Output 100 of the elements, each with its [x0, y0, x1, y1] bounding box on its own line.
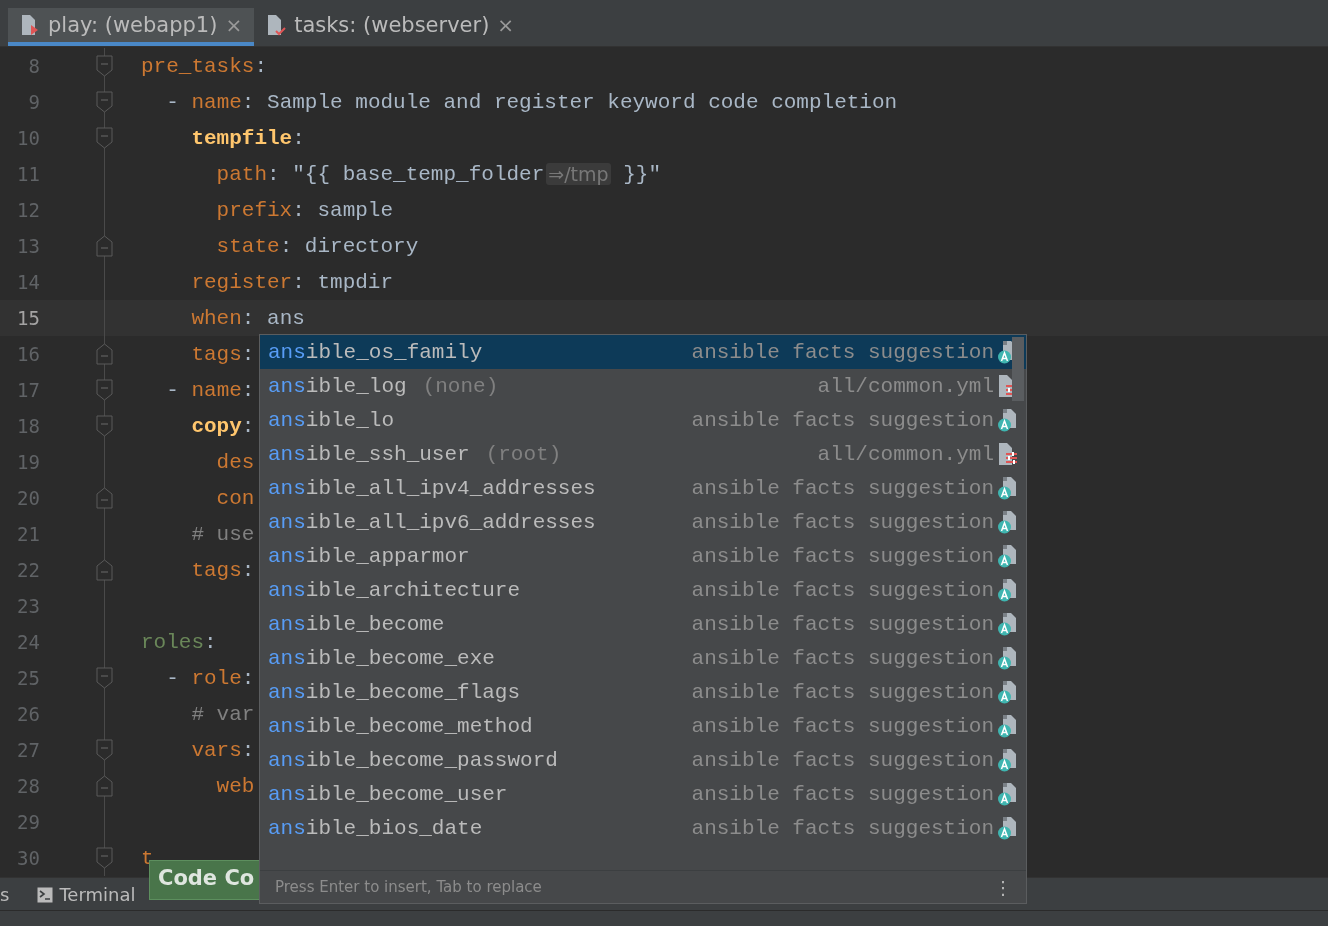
- terminal-icon: [37, 886, 54, 903]
- line-number: 27: [16, 739, 40, 761]
- item-name: ansible_become_flags: [268, 680, 521, 704]
- item-name: ansible_ssh_user: [268, 442, 470, 466]
- scrollbar[interactable]: [1012, 337, 1024, 401]
- fold-marker-icon[interactable]: [96, 847, 113, 869]
- fold-marker-icon[interactable]: [96, 91, 113, 113]
- file-badge-icon: [997, 476, 1018, 500]
- completion-item[interactable]: ansible_apparmor ansible facts suggestion: [260, 539, 1026, 573]
- fold-marker-icon[interactable]: [96, 667, 113, 689]
- completion-item[interactable]: ansible_bios_date ansible facts suggestion: [260, 811, 1026, 845]
- item-name: ansible_apparmor: [268, 544, 470, 568]
- item-name: ansible_become_password: [268, 748, 558, 772]
- completion-item[interactable]: ansible_os_family ansible facts suggestion: [260, 335, 1026, 369]
- completion-item[interactable]: ansible_become ansible facts suggestion: [260, 607, 1026, 641]
- completion-item[interactable]: ansible_lo ansible facts suggestion: [260, 403, 1026, 437]
- fold-marker-icon[interactable]: [96, 379, 113, 401]
- completion-item[interactable]: ansible_become_method ansible facts suggestion: [260, 709, 1026, 743]
- code-text: tags:: [191, 342, 255, 366]
- editor-tab[interactable]: tasks: (webserver) ×: [254, 8, 527, 46]
- line-number: 22: [16, 559, 40, 581]
- item-type: ansible facts suggestion: [691, 340, 994, 364]
- item-type: ansible facts suggestion: [691, 476, 994, 500]
- item-type: all/common.yml: [817, 374, 994, 398]
- line-number: 26: [16, 703, 40, 725]
- file-play-icon: [20, 13, 40, 37]
- completion-item[interactable]: ansible_all_ipv4_addresses ansible facts suggestion: [260, 471, 1026, 505]
- item-type: all/common.yml: [817, 442, 994, 466]
- file-badge-icon: [997, 680, 1018, 704]
- item-type: ansible facts suggestion: [691, 748, 994, 772]
- code-text: path: "{{ base_temp_folder: [216, 162, 545, 186]
- item-name: ansible_log: [268, 374, 407, 398]
- fold-marker-icon[interactable]: [96, 415, 113, 437]
- editor-tab[interactable]: play: (webapp1) ×: [8, 8, 255, 46]
- item-name: ansible_os_family: [268, 340, 483, 364]
- completion-item[interactable]: ansible_become_user ansible facts suggestion: [260, 777, 1026, 811]
- code-text: register: tmpdir: [191, 270, 394, 294]
- line-number: 30: [16, 847, 40, 869]
- completion-item[interactable]: ansible_ssh_user (root) all/common.yml: [260, 437, 1026, 471]
- item-type: ansible facts suggestion: [691, 510, 994, 534]
- item-name: ansible_become_exe: [268, 646, 495, 670]
- item-name: ansible_all_ipv6_addresses: [268, 510, 596, 534]
- fold-marker-icon[interactable]: [96, 559, 113, 581]
- fold-marker-icon[interactable]: [96, 55, 113, 77]
- completion-item[interactable]: ansible_become_exe ansible facts suggestion: [260, 641, 1026, 675]
- item-type: ansible facts suggestion: [691, 680, 994, 704]
- file-badge-icon: [997, 782, 1018, 806]
- line-number: 18: [16, 415, 40, 437]
- code-text: tempfile:: [191, 126, 305, 150]
- line-number: 11: [16, 163, 40, 185]
- file-badge-icon: [997, 748, 1018, 772]
- completion-item[interactable]: ansible_all_ipv6_addresses ansible facts suggestion: [260, 505, 1026, 539]
- completion-item[interactable]: ansible_become_flags ansible facts suggestion: [260, 675, 1026, 709]
- more-menu-button[interactable]: ⋮: [992, 876, 1014, 898]
- item-name: ansible_bios_date: [268, 816, 483, 840]
- line-number: 8: [27, 55, 40, 77]
- line-number: 20: [16, 487, 40, 509]
- line-number: 16: [16, 343, 40, 365]
- fold-marker-icon[interactable]: [96, 487, 113, 509]
- file-badge-icon: [997, 816, 1018, 840]
- file-sliders-icon: [997, 442, 1018, 466]
- line-number: 23: [16, 595, 40, 617]
- tool-window-button[interactable]: Terminal: [37, 884, 136, 905]
- fold-marker-icon[interactable]: [96, 775, 113, 797]
- fold-marker-icon[interactable]: [96, 343, 113, 365]
- line-number: 24: [16, 631, 40, 653]
- fold-marker-icon[interactable]: [96, 127, 113, 149]
- fold-marker-icon[interactable]: [96, 739, 113, 761]
- file-badge-icon: [997, 646, 1018, 670]
- item-type: ansible facts suggestion: [691, 714, 994, 738]
- code-text: con: [216, 486, 255, 510]
- code-text: - role:: [166, 666, 255, 690]
- item-name: ansible_become_user: [268, 782, 508, 806]
- tool-window-button[interactable]: s: [0, 884, 10, 905]
- code-text: tags:: [191, 558, 255, 582]
- line-number: 9: [27, 91, 40, 113]
- code-text: roles:: [141, 630, 217, 654]
- inlay-hint: ⇒/tmp: [546, 163, 611, 185]
- code-text: vars:: [191, 738, 255, 762]
- completion-item[interactable]: ansible_become_password ansible facts suggestion: [260, 743, 1026, 777]
- code-text: - name:: [166, 378, 255, 402]
- line-number: 14: [16, 271, 40, 293]
- item-type: ansible facts suggestion: [691, 816, 994, 840]
- line-number: 19: [16, 451, 40, 473]
- item-name: ansible_lo: [268, 408, 395, 432]
- item-detail: (none): [422, 374, 499, 398]
- line-number: 12: [16, 199, 40, 221]
- file-badge-icon: [997, 714, 1018, 738]
- completion-item[interactable]: ansible_architecture ansible facts suggestion: [260, 573, 1026, 607]
- line-number: 29: [16, 811, 40, 833]
- line-number: 15: [16, 307, 40, 329]
- item-type: ansible facts suggestion: [691, 544, 994, 568]
- code-text: web: [216, 774, 255, 798]
- code-text: }}": [622, 162, 662, 186]
- close-icon[interactable]: ×: [225, 13, 243, 37]
- code-text: - name: Sample module and register keyword code completion: [166, 90, 898, 114]
- line-number: 13: [16, 235, 40, 257]
- close-icon[interactable]: ×: [497, 13, 515, 37]
- file-badge-icon: [997, 612, 1018, 636]
- fold-marker-icon[interactable]: [96, 235, 113, 257]
